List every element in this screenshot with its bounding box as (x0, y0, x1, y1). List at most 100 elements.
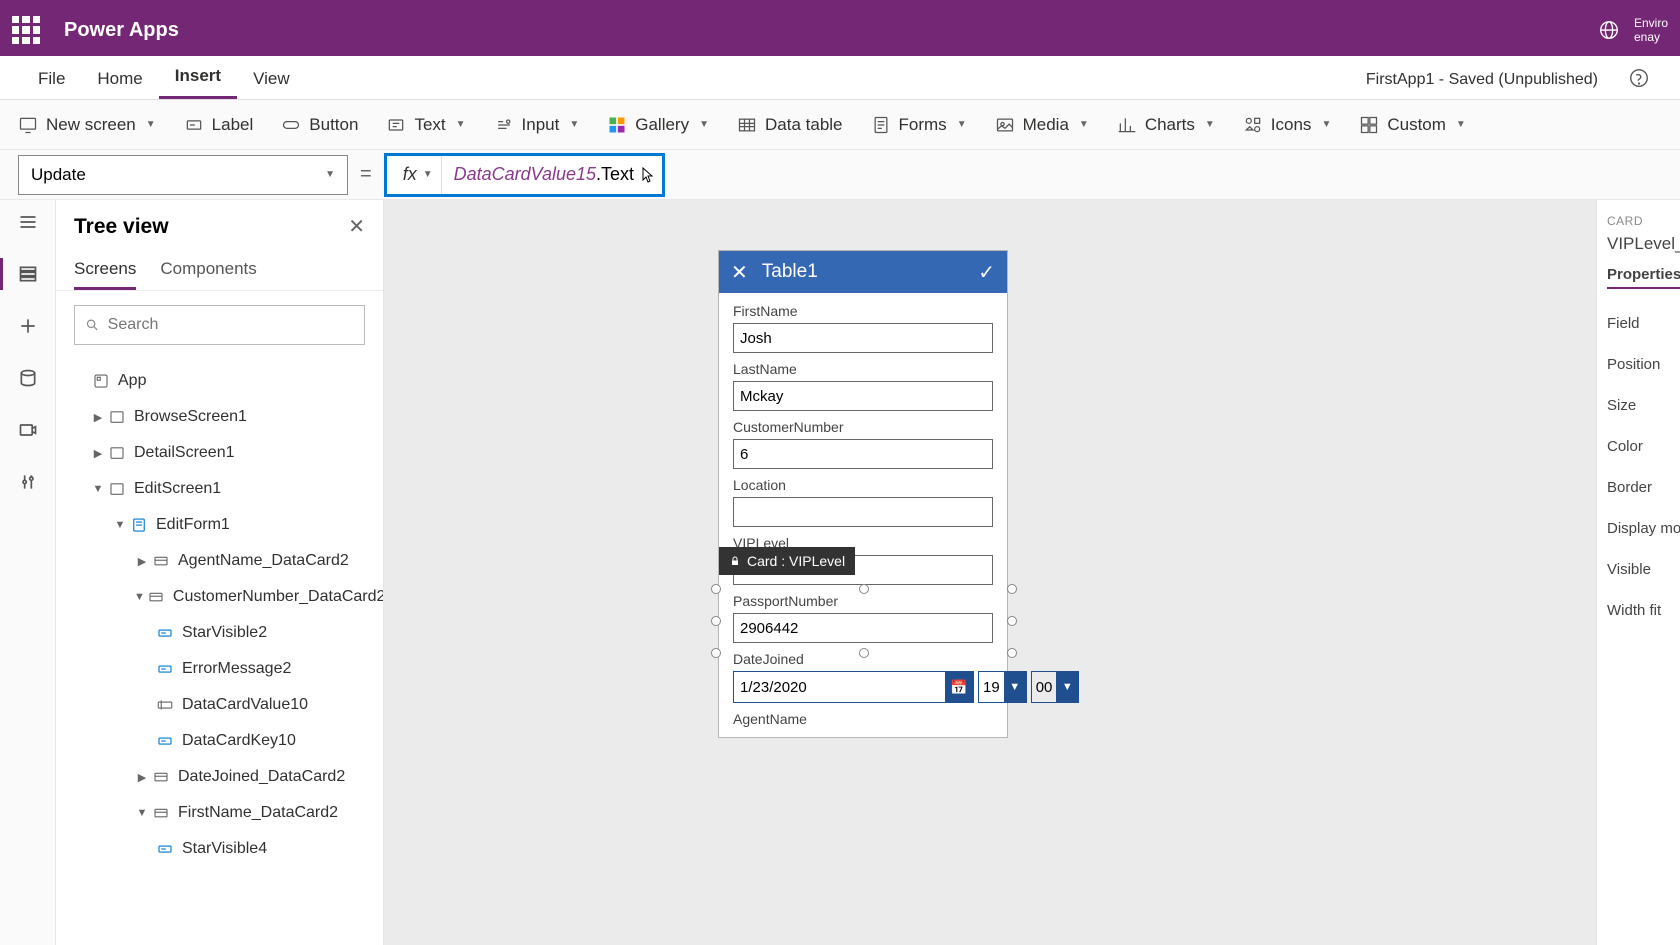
date-picker[interactable]: 📅 (733, 671, 974, 703)
chevron-down-icon: ▼ (1004, 672, 1026, 702)
menu-home[interactable]: Home (81, 59, 158, 99)
property-selector[interactable]: Update ▼ (18, 155, 348, 195)
prop-size[interactable]: Size (1607, 385, 1670, 426)
hour-select[interactable]: 19 ▼ (978, 671, 1027, 703)
media-rail-icon[interactable] (16, 418, 40, 442)
charts-icon (1117, 115, 1137, 135)
label-icon (156, 624, 174, 642)
tab-components[interactable]: Components (160, 251, 256, 290)
chevron-down-icon: ▼ (325, 169, 335, 180)
new-screen-button[interactable]: New screen▼ (18, 115, 156, 135)
screen-icon (108, 444, 126, 462)
chevron-right-icon[interactable]: ▶ (90, 447, 106, 460)
app-launcher-icon[interactable] (12, 16, 40, 44)
chevron-right-icon[interactable]: ▶ (90, 411, 106, 424)
custnum-field[interactable] (733, 439, 993, 469)
chevron-down-icon: ▼ (957, 119, 967, 130)
datacard-icon (152, 768, 170, 786)
menu-insert[interactable]: Insert (159, 56, 237, 99)
prop-display-mode[interactable]: Display mod (1607, 508, 1670, 549)
tab-properties[interactable]: Properties (1607, 266, 1680, 289)
menu-file[interactable]: File (22, 59, 81, 99)
custom-button[interactable]: Custom▼ (1359, 115, 1465, 135)
tree-item-firstname-datacard[interactable]: ▼ FirstName_DataCard2 (56, 795, 383, 831)
tree-item-browsescreen[interactable]: ▶ BrowseScreen1 (56, 399, 383, 435)
tree-item-editform[interactable]: ▼ EditForm1 (56, 507, 383, 543)
selection-tooltip: Card : VIPLevel (719, 547, 855, 575)
prop-width-fit[interactable]: Width fit (1607, 590, 1670, 631)
formula-bar[interactable]: fx ▼ DataCardValue15.Text (384, 153, 665, 197)
cursor-icon (642, 167, 654, 183)
chevron-right-icon[interactable]: ▶ (134, 771, 150, 784)
prop-visible[interactable]: Visible (1607, 549, 1670, 590)
card-section-label: CARD (1607, 214, 1670, 228)
input-button[interactable]: Input▼ (494, 115, 580, 135)
location-field[interactable] (733, 497, 993, 527)
chevron-right-icon[interactable]: ▶ (134, 555, 150, 568)
chevron-down-icon: ▼ (1456, 119, 1466, 130)
environment-label[interactable]: Enviro enay (1634, 16, 1668, 45)
edit-form-preview[interactable]: ✕ Table1 ✓ FirstName LastName CustomerNu… (718, 250, 1008, 738)
prop-border[interactable]: Border (1607, 467, 1670, 508)
text-button[interactable]: Text▼ (386, 115, 465, 135)
tree-item-datejoined-datacard[interactable]: ▶ DateJoined_DataCard2 (56, 759, 383, 795)
formula-text[interactable]: DataCardValue15.Text (454, 164, 634, 185)
passport-field[interactable] (733, 613, 993, 643)
menu-view[interactable]: View (237, 59, 306, 99)
icons-button[interactable]: Icons▼ (1243, 115, 1332, 135)
close-icon[interactable]: ✕ (731, 260, 748, 285)
lastname-label: LastName (733, 361, 993, 377)
tree-item-dck10[interactable]: DataCardKey10 (56, 723, 383, 759)
search-input[interactable] (74, 305, 365, 345)
lock-icon (729, 555, 741, 567)
help-icon[interactable] (1628, 67, 1650, 89)
label-icon (184, 115, 204, 135)
chevron-down-icon: ▼ (1079, 119, 1089, 130)
tree-item-app[interactable]: App (56, 363, 383, 399)
button-button[interactable]: Button (281, 115, 358, 135)
check-icon[interactable]: ✓ (978, 260, 995, 285)
lastname-field[interactable] (733, 381, 993, 411)
tree-item-dcv10[interactable]: DataCardValue10 (56, 687, 383, 723)
prop-position[interactable]: Position (1607, 344, 1670, 385)
tree-item-agentname-datacard[interactable]: ▶ AgentName_DataCard2 (56, 543, 383, 579)
selected-control-name: VIPLevel_D (1607, 234, 1670, 254)
label-button[interactable]: Label (184, 115, 254, 135)
chevron-down-icon[interactable]: ▼ (112, 519, 128, 531)
tree-item-detailscreen[interactable]: ▶ DetailScreen1 (56, 435, 383, 471)
data-icon[interactable] (16, 366, 40, 390)
charts-button[interactable]: Charts▼ (1117, 115, 1215, 135)
tree-item-editscreen[interactable]: ▼ EditScreen1 (56, 471, 383, 507)
data-table-button[interactable]: Data table (737, 115, 843, 135)
add-icon[interactable] (16, 314, 40, 338)
chevron-down-icon: ▼ (146, 119, 156, 130)
tree-item-starvisible4[interactable]: StarVisible4 (56, 831, 383, 867)
calendar-icon[interactable]: 📅 (945, 672, 973, 702)
tools-icon[interactable] (16, 470, 40, 494)
datacard-icon (147, 588, 165, 606)
properties-panel: CARD VIPLevel_D Properties Field Positio… (1596, 200, 1680, 945)
chevron-down-icon[interactable]: ▼ (134, 807, 150, 819)
fx-button[interactable]: fx ▼ (395, 156, 442, 194)
chevron-down-icon[interactable]: ▼ (90, 483, 106, 495)
icons-icon (1243, 115, 1263, 135)
minute-select[interactable]: 00 ▼ (1031, 671, 1080, 703)
tab-screens[interactable]: Screens (74, 251, 136, 290)
close-icon[interactable]: ✕ (348, 214, 365, 239)
tree-view-icon[interactable] (16, 262, 40, 286)
prop-field[interactable]: Field (1607, 303, 1670, 344)
media-button[interactable]: Media▼ (995, 115, 1089, 135)
label-icon (156, 660, 174, 678)
tree-item-custnum-datacard[interactable]: ▼ CustomerNumber_DataCard2 (56, 579, 383, 615)
prop-color[interactable]: Color (1607, 426, 1670, 467)
tree-item-errmsg2[interactable]: ErrorMessage2 (56, 651, 383, 687)
gallery-icon (607, 115, 627, 135)
hamburger-icon[interactable] (16, 210, 40, 234)
canvas[interactable]: ✕ Table1 ✓ FirstName LastName CustomerNu… (384, 200, 1596, 945)
tree-item-starvisible2[interactable]: StarVisible2 (56, 615, 383, 651)
left-rail (0, 200, 56, 945)
firstname-field[interactable] (733, 323, 993, 353)
gallery-button[interactable]: Gallery▼ (607, 115, 709, 135)
chevron-down-icon[interactable]: ▼ (134, 591, 145, 603)
forms-button[interactable]: Forms▼ (871, 115, 967, 135)
